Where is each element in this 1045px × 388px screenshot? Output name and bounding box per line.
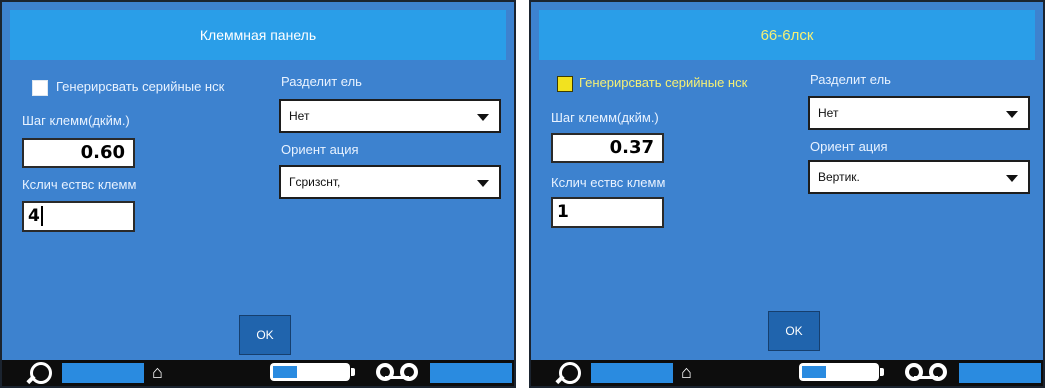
battery-icon xyxy=(799,363,884,381)
pitch-label: Шаг клемм(дкйм.) xyxy=(551,110,659,125)
battery-level xyxy=(273,366,297,378)
pitch-input[interactable]: 0.60 xyxy=(22,138,135,168)
terminal-panel-dialog: Клеммная панель Генерирсвать серийные нс… xyxy=(0,0,516,388)
status-bar: ⌂ xyxy=(2,360,514,386)
dialog-title: 66-6лск xyxy=(539,10,1035,60)
chevron-down-icon xyxy=(1006,111,1018,118)
status-indicator-bar xyxy=(62,363,144,383)
tape-cassette-icon[interactable] xyxy=(372,361,422,383)
magnifier-icon[interactable] xyxy=(559,362,581,384)
count-value: 1 xyxy=(557,202,569,222)
chevron-down-icon xyxy=(1006,175,1018,182)
separator-select[interactable]: Нет xyxy=(808,96,1030,130)
ok-button[interactable]: OK xyxy=(239,315,291,355)
text-caret xyxy=(40,206,43,226)
dialog-title: Клеммная панель xyxy=(10,10,506,60)
status-bar: ⌂ xyxy=(531,360,1043,386)
orientation-value: Вертик. xyxy=(818,170,860,184)
battery-icon xyxy=(270,363,355,381)
orientation-select[interactable]: Вертик. xyxy=(808,160,1030,194)
pitch-input[interactable]: 0.37 xyxy=(551,133,664,163)
count-value: 4 xyxy=(28,206,40,226)
orientation-label: Ориент ация xyxy=(810,139,888,154)
pitch-label: Шаг клемм(дкйм.) xyxy=(22,113,130,128)
house-icon[interactable]: ⌂ xyxy=(152,362,163,382)
orientation-value: Гсризснт, xyxy=(289,175,341,189)
status-indicator-bar xyxy=(430,363,512,383)
chevron-down-icon xyxy=(477,114,489,121)
house-icon[interactable]: ⌂ xyxy=(681,362,692,382)
serial-checkbox[interactable] xyxy=(557,76,573,92)
separator-select[interactable]: Нет xyxy=(279,99,501,133)
count-label: Кслич ествс клемм xyxy=(22,177,137,192)
count-label: Кслич ествс клемм xyxy=(551,175,666,190)
count-input[interactable]: 4 xyxy=(22,201,135,232)
ok-button[interactable]: OK xyxy=(768,311,820,351)
orientation-select[interactable]: Гсризснт, xyxy=(279,165,501,199)
count-input[interactable]: 1 xyxy=(551,197,664,228)
separator-label: Разделит ель xyxy=(810,72,891,87)
status-indicator-bar xyxy=(591,363,673,383)
separator-label: Разделит ель xyxy=(281,74,362,89)
chevron-down-icon xyxy=(477,180,489,187)
separator-value: Нет xyxy=(289,109,310,123)
serial-checkbox[interactable] xyxy=(32,80,48,96)
serial-checkbox-label: Генерирсвать серийные нск xyxy=(56,79,225,94)
magnifier-icon[interactable] xyxy=(30,362,52,384)
tape-cassette-icon[interactable] xyxy=(901,361,951,383)
status-indicator-bar xyxy=(959,363,1041,383)
orientation-label: Ориент ация xyxy=(281,142,359,157)
battery-level xyxy=(802,366,826,378)
66-block-dialog: 66-6лск Генерирсвать серийные нск Шаг кл… xyxy=(529,0,1045,388)
serial-checkbox-label: Генерирсвать серийные нск xyxy=(579,75,748,90)
separator-value: Нет xyxy=(818,106,839,120)
